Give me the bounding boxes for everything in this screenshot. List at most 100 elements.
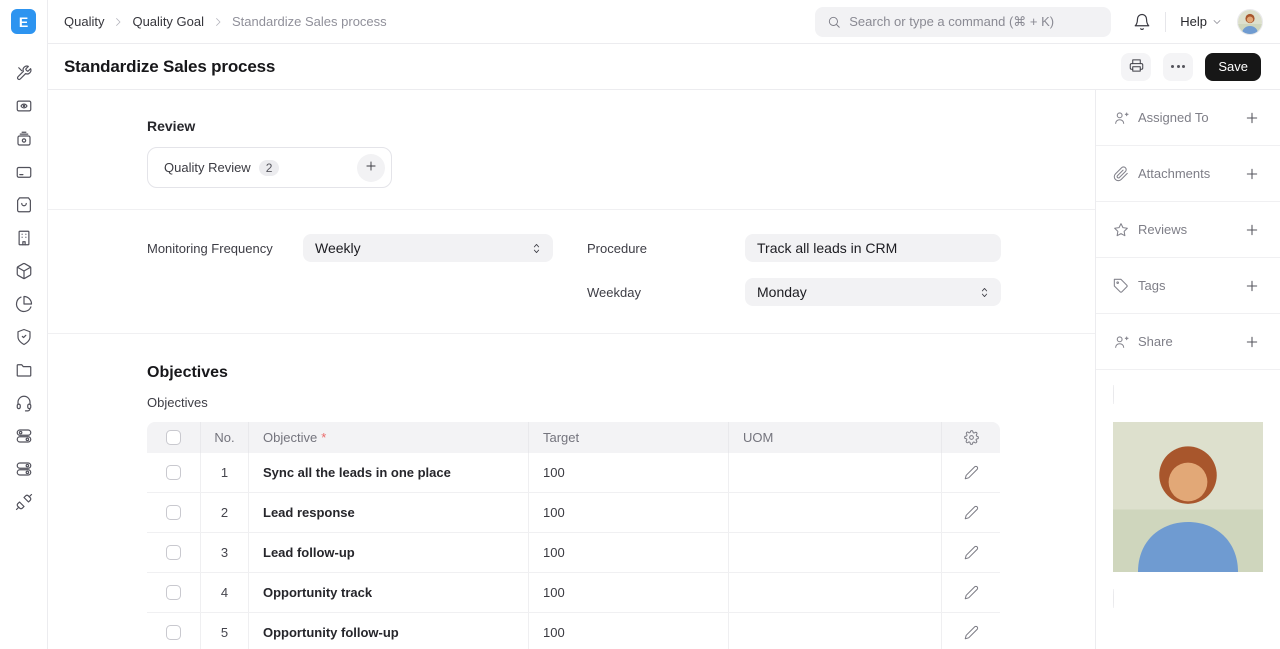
camera-icon[interactable] <box>15 130 33 148</box>
navbar-divider <box>1165 12 1166 32</box>
edit-row-pencil-icon[interactable] <box>964 625 979 640</box>
row-checkbox[interactable] <box>166 585 181 600</box>
objectives-table: No. Objective* Target UOM 1 Sync all the… <box>147 422 1000 649</box>
target-cell[interactable]: 100 <box>528 573 728 612</box>
sidebar-item-assigned-to[interactable]: Assigned To <box>1096 90 1280 146</box>
help-menu[interactable]: Help <box>1180 14 1223 29</box>
folder-icon[interactable] <box>15 361 33 379</box>
shared-user-avatar[interactable] <box>1113 385 1263 608</box>
toggles-alt-icon[interactable] <box>15 460 33 478</box>
tools-icon[interactable] <box>15 64 33 82</box>
row-number: 1 <box>200 453 248 492</box>
add-assigned-to-icon[interactable] <box>1244 110 1260 126</box>
add-review-icon[interactable] <box>1244 222 1260 238</box>
uom-cell[interactable] <box>728 613 941 649</box>
objective-cell[interactable]: Lead response <box>248 493 528 532</box>
procedure-input[interactable]: Track all leads in CRM <box>745 234 1001 262</box>
plug-icon[interactable] <box>15 493 33 511</box>
target-cell[interactable]: 100 <box>528 533 728 572</box>
review-card-label: Quality Review <box>164 160 251 175</box>
add-review-button[interactable] <box>357 154 385 182</box>
pie-chart-icon[interactable] <box>15 295 33 313</box>
row-checkbox[interactable] <box>166 465 181 480</box>
shared-with-avatars <box>1096 370 1280 588</box>
select-all-checkbox[interactable] <box>166 430 181 445</box>
quality-review-link-card[interactable]: Quality Review 2 <box>147 147 392 188</box>
edit-row-pencil-icon[interactable] <box>964 465 979 480</box>
uom-cell[interactable] <box>728 533 941 572</box>
objective-cell[interactable]: Opportunity track <box>248 573 528 612</box>
user-avatar[interactable] <box>1237 9 1263 35</box>
uom-cell[interactable] <box>728 453 941 492</box>
objective-cell[interactable]: Opportunity follow-up <box>248 613 528 649</box>
shopping-bag-icon[interactable] <box>15 196 33 214</box>
column-header-target: Target <box>528 422 728 453</box>
target-cell[interactable]: 100 <box>528 453 728 492</box>
sidebar-item-reviews[interactable]: Reviews <box>1096 202 1280 258</box>
save-button[interactable]: Save <box>1205 53 1261 81</box>
star-icon <box>1113 222 1129 238</box>
sidebar-item-attachments[interactable]: Attachments <box>1096 146 1280 202</box>
edit-row-pencil-icon[interactable] <box>964 545 979 560</box>
print-button[interactable] <box>1121 53 1151 81</box>
card-icon[interactable] <box>15 163 33 181</box>
row-number: 5 <box>200 613 248 649</box>
package-icon[interactable] <box>15 262 33 280</box>
row-checkbox[interactable] <box>166 505 181 520</box>
table-row: 4 Opportunity track 100 <box>147 573 1000 613</box>
add-tag-icon[interactable] <box>1244 278 1260 294</box>
row-checkbox[interactable] <box>166 625 181 640</box>
shield-check-icon[interactable] <box>15 328 33 346</box>
search-input[interactable]: Search or type a command (⌘ + K) <box>815 7 1111 37</box>
objectives-section: Objectives Objectives No. Objective* Tar… <box>147 334 1001 649</box>
sidebar-item-label: Tags <box>1138 278 1165 293</box>
app-logo[interactable]: E <box>11 9 36 34</box>
add-share-icon[interactable] <box>1244 334 1260 350</box>
row-checkbox[interactable] <box>166 545 181 560</box>
review-section: Review Quality Review 2 <box>147 90 1001 209</box>
weekday-label: Weekday <box>587 285 745 300</box>
sidebar-item-tags[interactable]: Tags <box>1096 258 1280 314</box>
procedure-field: Procedure Track all leads in CRM <box>587 234 1001 262</box>
notifications-bell-icon[interactable] <box>1133 13 1151 31</box>
target-cell[interactable]: 100 <box>528 493 728 532</box>
printer-icon <box>1129 58 1144 76</box>
help-label: Help <box>1180 14 1207 29</box>
objectives-field-label: Objectives <box>147 395 1001 410</box>
uom-cell[interactable] <box>728 573 941 612</box>
eye-device-icon[interactable] <box>15 97 33 115</box>
paperclip-icon <box>1113 166 1129 182</box>
tag-icon <box>1113 278 1129 294</box>
monitoring-frequency-select[interactable]: Weekly <box>303 234 553 262</box>
user-plus-icon <box>1113 110 1129 126</box>
table-row: 3 Lead follow-up 100 <box>147 533 1000 573</box>
objectives-heading: Objectives <box>147 364 1001 382</box>
details-section: Monitoring Frequency Weekly Procedure Tr… <box>147 210 1001 333</box>
sidebar-item-label: Reviews <box>1138 222 1187 237</box>
more-options-button[interactable] <box>1163 53 1193 81</box>
target-cell[interactable]: 100 <box>528 613 728 649</box>
sidebar-item-share[interactable]: Share <box>1096 314 1280 370</box>
procedure-label: Procedure <box>587 241 745 256</box>
edit-row-pencil-icon[interactable] <box>964 585 979 600</box>
plus-icon <box>364 159 378 176</box>
breadcrumb-quality[interactable]: Quality <box>64 14 104 29</box>
table-settings-gear-icon[interactable] <box>964 430 979 445</box>
row-number: 4 <box>200 573 248 612</box>
toggles-icon[interactable] <box>15 427 33 445</box>
objective-cell[interactable]: Sync all the leads in one place <box>248 453 528 492</box>
required-marker: * <box>321 430 326 445</box>
objective-cell[interactable]: Lead follow-up <box>248 533 528 572</box>
user-plus-icon <box>1113 334 1129 350</box>
page-title: Standardize Sales process <box>64 57 275 77</box>
weekday-select[interactable]: Monday <box>745 278 1001 306</box>
uom-cell[interactable] <box>728 493 941 532</box>
add-attachment-icon[interactable] <box>1244 166 1260 182</box>
column-header-objective: Objective* <box>248 422 528 453</box>
edit-row-pencil-icon[interactable] <box>964 505 979 520</box>
building-icon[interactable] <box>15 229 33 247</box>
breadcrumb-quality-goal[interactable]: Quality Goal <box>132 14 204 29</box>
breadcrumb-current: Standardize Sales process <box>232 14 387 29</box>
headset-icon[interactable] <box>15 394 33 412</box>
search-icon <box>827 15 841 29</box>
